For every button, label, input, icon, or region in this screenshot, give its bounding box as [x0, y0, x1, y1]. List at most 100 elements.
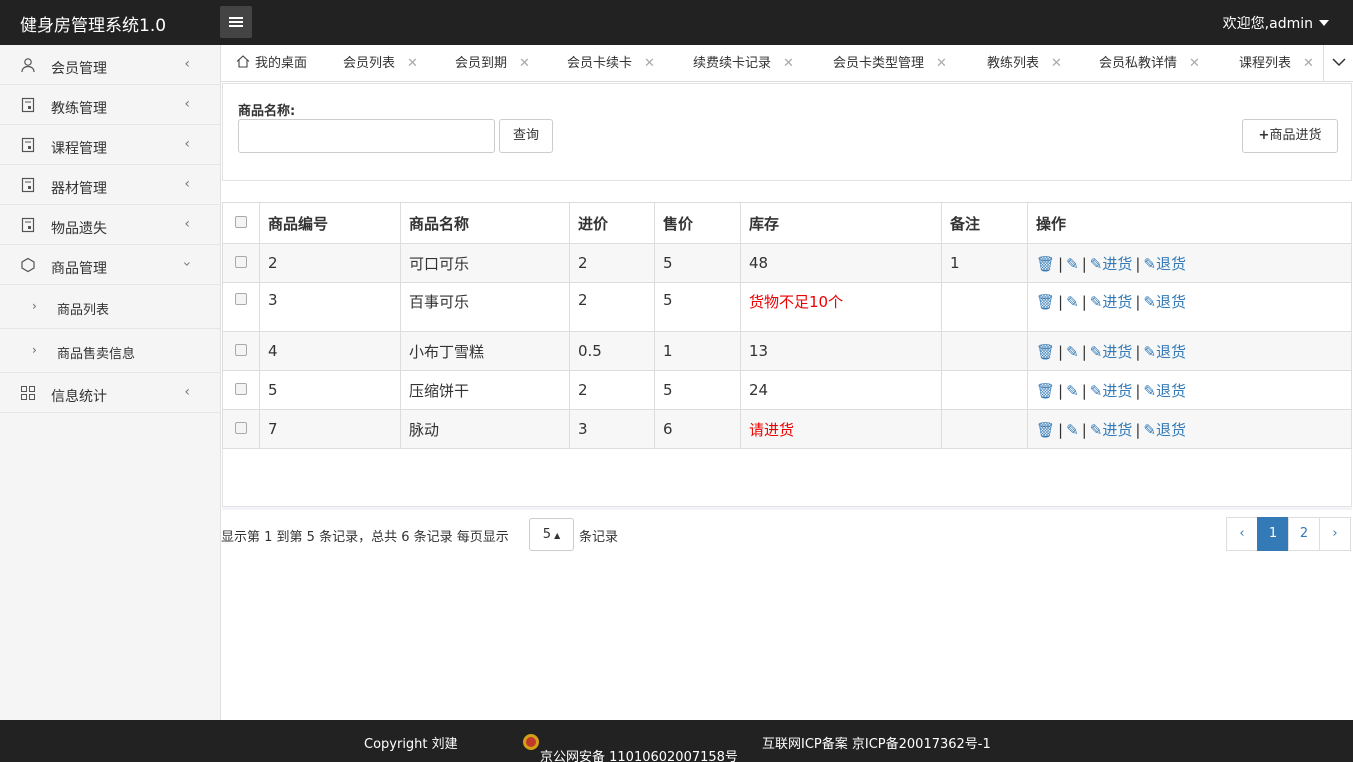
- row-checkbox[interactable]: [235, 422, 247, 434]
- sidebar-item-statistics[interactable]: 信息统计 ‹: [0, 373, 220, 413]
- sidebar-item-lost-items[interactable]: 物品遗失 ‹: [0, 205, 220, 245]
- stock-in-link[interactable]: ✎进货: [1090, 421, 1133, 439]
- product-cost: 2: [569, 282, 655, 332]
- sidebar-subitem-product-list[interactable]: › 商品列表: [0, 285, 220, 329]
- tab-card-renew[interactable]: 会员卡续卡 ✕: [567, 45, 655, 82]
- product-name-input[interactable]: [238, 119, 495, 153]
- document-icon: [21, 217, 35, 233]
- tab-course-list[interactable]: 课程列表 ✕: [1239, 45, 1314, 82]
- tab-more-button[interactable]: [1323, 45, 1353, 82]
- column-header[interactable]: 备注: [941, 202, 1028, 244]
- prev-page-button[interactable]: ‹: [1226, 517, 1258, 551]
- row-checkbox[interactable]: [235, 293, 247, 305]
- edit-icon[interactable]: ✎: [1066, 255, 1079, 273]
- page-button[interactable]: 2: [1288, 517, 1320, 551]
- trash-icon[interactable]: 🗑: [1036, 382, 1055, 400]
- next-page-button[interactable]: ›: [1319, 517, 1351, 551]
- tab-member-expiry[interactable]: 会员到期 ✕: [455, 45, 530, 82]
- chevron-down-icon: ‹: [179, 261, 196, 267]
- close-icon[interactable]: ✕: [1051, 56, 1062, 71]
- row-select-cell: [222, 409, 260, 449]
- tab-card-type[interactable]: 会员卡类型管理 ✕: [833, 45, 947, 82]
- close-icon[interactable]: ✕: [783, 56, 794, 71]
- close-icon[interactable]: ✕: [936, 56, 947, 71]
- table-row: 7 脉动 3 6 请进货 🗑 | ✎ | ✎进货 | ✎退货: [222, 409, 1352, 449]
- trash-icon[interactable]: 🗑: [1036, 421, 1055, 439]
- trash-icon[interactable]: 🗑: [1036, 343, 1055, 361]
- column-header[interactable]: 售价: [654, 202, 741, 244]
- column-header: 操作: [1027, 202, 1352, 244]
- sidebar-item-products[interactable]: 商品管理 ‹: [0, 245, 220, 285]
- row-checkbox[interactable]: [235, 344, 247, 356]
- stock-in-button[interactable]: +商品进货: [1242, 119, 1338, 153]
- edit-icon[interactable]: ✎: [1066, 421, 1079, 439]
- trash-icon[interactable]: 🗑: [1036, 255, 1055, 273]
- trash-icon[interactable]: 🗑: [1036, 293, 1055, 311]
- product-name-label: 商品名称:: [238, 104, 296, 119]
- tab-renewal-records[interactable]: 续费续卡记录 ✕: [693, 45, 794, 82]
- product-price: 1: [654, 331, 741, 371]
- tab-coach-list[interactable]: 教练列表 ✕: [987, 45, 1062, 82]
- menu-toggle-button[interactable]: [220, 6, 252, 38]
- row-checkbox[interactable]: [235, 256, 247, 268]
- product-id: 5: [259, 370, 401, 410]
- document-icon: [21, 177, 35, 193]
- sidebar-subitem-product-sales[interactable]: › 商品售卖信息: [0, 329, 220, 373]
- return-link[interactable]: ✎退货: [1143, 382, 1186, 400]
- document-icon: [21, 137, 35, 153]
- return-link[interactable]: ✎退货: [1143, 343, 1186, 361]
- select-all-cell: [222, 202, 260, 244]
- product-cost: 3: [569, 409, 655, 449]
- footer-police-record[interactable]: 京公网安备 11010602007158号: [522, 733, 738, 762]
- page-size-select[interactable]: 5 ▲: [529, 518, 574, 551]
- column-header[interactable]: 商品名称: [400, 202, 570, 244]
- tab-desktop[interactable]: 我的桌面: [236, 45, 307, 82]
- stock-in-link[interactable]: ✎进货: [1090, 293, 1133, 311]
- sidebar-item-members[interactable]: 会员管理 ‹: [0, 45, 220, 85]
- tab-label: 会员卡续卡: [567, 56, 633, 71]
- sidebar-item-label: 信息统计: [51, 389, 107, 405]
- footer-icp[interactable]: 互联网ICP备案 京ICP备20017362号-1: [762, 733, 991, 752]
- product-remark: 1: [941, 243, 1028, 283]
- return-link[interactable]: ✎退货: [1143, 255, 1186, 273]
- row-actions: 🗑 | ✎ | ✎进货 | ✎退货: [1027, 243, 1352, 283]
- app-title: 健身房管理系统1.0: [20, 16, 167, 36]
- user-icon: [21, 58, 35, 73]
- row-checkbox[interactable]: [235, 383, 247, 395]
- query-button[interactable]: 查询: [499, 119, 553, 153]
- tab-member-list[interactable]: 会员列表 ✕: [343, 45, 418, 82]
- sidebar-item-equipment[interactable]: 器材管理 ‹: [0, 165, 220, 205]
- column-header[interactable]: 进价: [569, 202, 655, 244]
- close-icon[interactable]: ✕: [407, 56, 418, 71]
- page-button[interactable]: 1: [1257, 517, 1289, 551]
- edit-icon[interactable]: ✎: [1066, 293, 1079, 311]
- stock-in-link[interactable]: ✎进货: [1090, 382, 1133, 400]
- close-icon[interactable]: ✕: [1189, 56, 1200, 71]
- edit-icon: ✎: [1089, 420, 1103, 439]
- edit-icon[interactable]: ✎: [1066, 382, 1079, 400]
- chevron-right-icon: ›: [32, 299, 37, 313]
- tab-private-coach[interactable]: 会员私教详情 ✕: [1099, 45, 1200, 82]
- return-link[interactable]: ✎退货: [1143, 293, 1186, 311]
- pagination: ‹ 1 2 ›: [1226, 517, 1351, 551]
- product-stock: 24: [740, 370, 942, 410]
- top-bar: 健身房管理系统1.0 欢迎您,admin: [0, 0, 1353, 45]
- sidebar-item-courses[interactable]: 课程管理 ‹: [0, 125, 220, 165]
- select-all-checkbox[interactable]: [235, 216, 247, 228]
- edit-icon[interactable]: ✎: [1066, 343, 1079, 361]
- column-header[interactable]: 商品编号: [259, 202, 401, 244]
- stock-in-link[interactable]: ✎进货: [1090, 255, 1133, 273]
- product-stock-alert: 请进货: [740, 409, 942, 449]
- stock-in-link[interactable]: ✎进货: [1090, 343, 1133, 361]
- close-icon[interactable]: ✕: [1303, 56, 1314, 71]
- hamburger-line: [229, 25, 243, 27]
- close-icon[interactable]: ✕: [644, 56, 655, 71]
- user-menu[interactable]: 欢迎您,admin: [1223, 13, 1329, 33]
- close-icon[interactable]: ✕: [519, 56, 530, 71]
- column-header[interactable]: 库存: [740, 202, 942, 244]
- sidebar-item-coaches[interactable]: 教练管理 ‹: [0, 85, 220, 125]
- row-actions: 🗑 | ✎ | ✎进货 | ✎退货: [1027, 282, 1352, 332]
- pagination-info: 显示第 1 到第 5 条记录，总共 6 条记录 每页显示: [221, 530, 509, 545]
- return-link[interactable]: ✎退货: [1143, 421, 1186, 439]
- tab-label: 续费续卡记录: [693, 56, 772, 71]
